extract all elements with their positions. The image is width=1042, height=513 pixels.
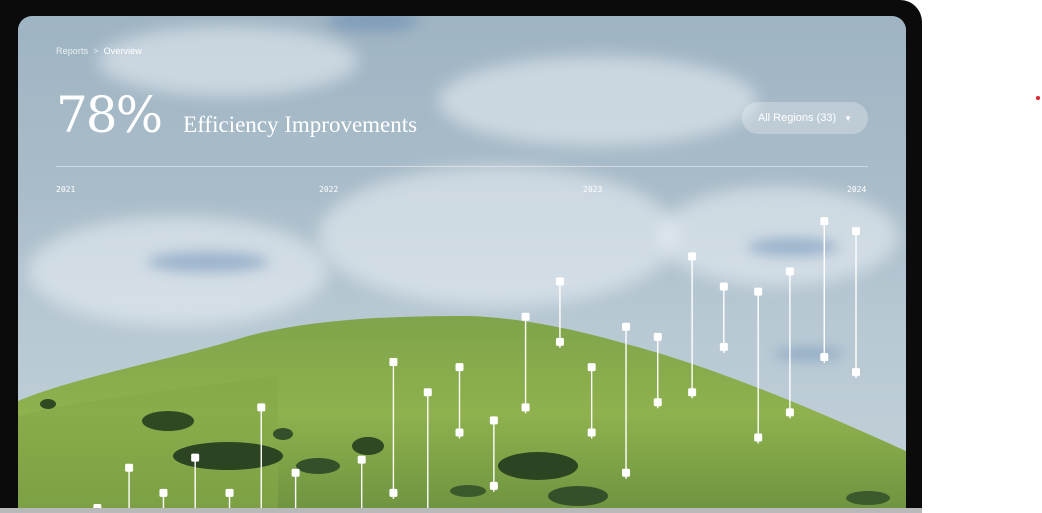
range-marker-low[interactable] [754, 433, 763, 442]
range-marker-high[interactable] [125, 463, 134, 472]
year-label: 2022 [319, 185, 339, 194]
range-marker-high[interactable] [852, 227, 860, 236]
device-bottom-bezel [0, 508, 922, 513]
range-marker-high[interactable] [389, 358, 398, 367]
range-marker-high[interactable] [455, 363, 464, 372]
range-marker-high[interactable] [820, 217, 829, 226]
indicator-dot [1036, 96, 1040, 100]
range-marker-low[interactable] [587, 428, 596, 437]
year-label: 2023 [583, 185, 603, 194]
range-marker-low[interactable] [489, 481, 498, 490]
headline-value: 78% [56, 86, 163, 144]
range-marker-high[interactable] [423, 388, 432, 397]
range-marker-high[interactable] [257, 403, 266, 412]
range-marker-low[interactable] [455, 428, 464, 437]
range-marker-high[interactable] [191, 453, 200, 462]
headline-title: Efficiency Improvements [183, 112, 418, 137]
range-marker-low[interactable] [555, 337, 564, 346]
range-marker-high[interactable] [785, 267, 794, 276]
range-marker-low[interactable] [852, 368, 860, 377]
range-marker-low[interactable] [389, 488, 398, 497]
range-marker-high[interactable] [622, 322, 631, 331]
breadcrumb: Reports > Overview [56, 46, 142, 56]
range-marker-high[interactable] [754, 287, 763, 296]
range-marker-high[interactable] [357, 455, 366, 464]
range-marker-low[interactable] [785, 408, 794, 417]
range-marker-low[interactable] [653, 398, 662, 407]
range-marker-low[interactable] [820, 353, 829, 361]
range-marker-high[interactable] [555, 277, 564, 286]
range-marker-high[interactable] [653, 332, 662, 341]
year-label: 2024 [847, 185, 867, 194]
header-divider [56, 166, 868, 167]
range-marker-high[interactable] [719, 282, 728, 291]
headline: 78% Efficiency Improvements [56, 86, 417, 144]
range-marker-high[interactable] [159, 488, 168, 497]
range-marker-high[interactable] [489, 416, 498, 425]
range-marker-high[interactable] [291, 468, 300, 477]
device-frame: Reports > Overview 78% Efficiency Improv… [0, 0, 922, 513]
range-marker-low[interactable] [622, 468, 631, 477]
range-marker-high[interactable] [587, 363, 596, 372]
breadcrumb-current: Overview [103, 46, 142, 56]
breadcrumb-parent-link[interactable]: Reports [56, 46, 88, 56]
range-marker-low[interactable] [688, 388, 697, 397]
year-label: 2021 [56, 185, 76, 194]
region-filter-dropdown[interactable]: All Regions (33) ▼ [742, 102, 868, 134]
range-marker-low[interactable] [719, 342, 728, 351]
range-marker-high[interactable] [521, 312, 530, 321]
chevron-down-icon: ▼ [844, 113, 853, 123]
region-filter-label: All Regions (33) [757, 112, 837, 124]
range-marker-high[interactable] [688, 252, 697, 261]
dashboard-screen: Reports > Overview 78% Efficiency Improv… [18, 16, 906, 510]
range-marker-low[interactable] [521, 403, 530, 412]
breadcrumb-separator: > [93, 46, 99, 56]
range-marker-high[interactable] [225, 488, 234, 497]
